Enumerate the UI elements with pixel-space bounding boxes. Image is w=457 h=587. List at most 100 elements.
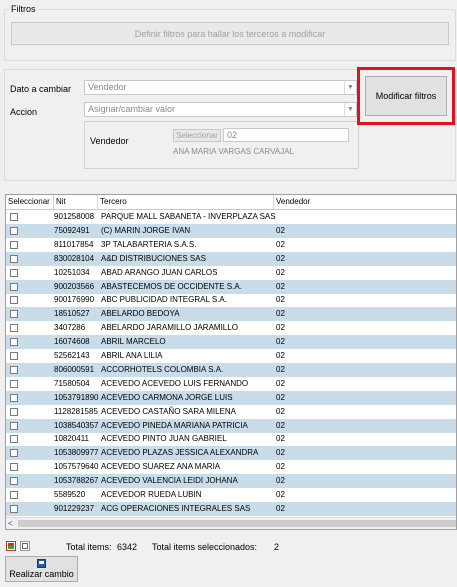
nit-cell: 1053788267 (54, 476, 99, 486)
excel-icon[interactable] (6, 541, 16, 551)
tercero-cell: ABAD ARANGO JUAN CARLOS (101, 267, 218, 277)
row-checkbox[interactable] (10, 240, 18, 249)
table-row[interactable]: 811017854 3P TALABARTERIA S.A.S. 02 (6, 238, 456, 252)
table-row[interactable]: 5589520 ACEVEDOR RUEDA LUBIN 02 (6, 488, 456, 502)
accion-value: Asignar/cambiar valor (88, 104, 176, 114)
nit-cell: 52562143 (54, 351, 90, 360)
save-icon (37, 559, 46, 568)
table-row[interactable]: 1057579640 ACEVEDO SUAREZ ANA MARIA 02 (6, 460, 456, 474)
dato-value: Vendedor (88, 82, 127, 92)
seleccionar-button[interactable]: Seleccionar (173, 129, 221, 142)
vendedor-cell: 02 (276, 503, 285, 513)
table-row[interactable]: 1053791890 ACEVEDO CARMONA JORGE LUIS 02 (6, 390, 456, 405)
accion-combo[interactable]: Asignar/cambiar valor ▼ (84, 102, 357, 117)
table-row[interactable]: 75092491 (C) MARIN JORGE IVAN 02 (6, 223, 456, 238)
grid-header: Seleccionar Nit Tercero Vendedor (6, 195, 456, 210)
define-filters-button[interactable]: Definir filtros para hallar los terceros… (11, 22, 449, 45)
tercero-cell: A&D DISTRIBUCIONES SAS (101, 253, 206, 263)
tercero-cell: 3P TALABARTERIA S.A.S. (101, 239, 197, 249)
tercero-cell: ABRIL ANA LILIA (101, 351, 163, 360)
row-checkbox[interactable] (10, 477, 18, 486)
vendedor-cell: 02 (276, 406, 285, 416)
row-checkbox[interactable] (10, 491, 18, 499)
total-items-value: 6342 (117, 542, 138, 552)
grid-icon[interactable] (20, 541, 30, 551)
row-checkbox[interactable] (10, 435, 18, 444)
row-checkbox[interactable] (10, 379, 18, 388)
row-checkbox[interactable] (10, 296, 18, 305)
table-row[interactable]: 1038540357 ACEVEDO PINEDA MARIANA PATRICI… (6, 418, 456, 433)
row-checkbox[interactable] (10, 310, 18, 319)
table-row[interactable]: 3407286 ABELARDO JARAMILLO JARAMILLO 02 (6, 321, 456, 335)
nit-cell: 71580504 (54, 378, 90, 388)
nit-cell: 1038540357 (54, 420, 99, 430)
table-row[interactable]: 830028104 A&D DISTRIBUCIONES SAS 02 (6, 251, 456, 266)
row-checkbox[interactable] (10, 421, 18, 430)
row-checkbox[interactable] (10, 324, 18, 333)
header-nit[interactable]: Nit (54, 195, 98, 209)
table-row[interactable]: 1128281585 ACEVEDO CASTAÑO SARA MILENA 02 (6, 405, 456, 419)
dato-combo[interactable]: Vendedor ▼ (84, 80, 357, 95)
table-row[interactable]: 10251034 ABAD ARANGO JUAN CARLOS 02 (6, 266, 456, 280)
combo-arrow-icon[interactable]: ▼ (344, 103, 356, 116)
total-selected-label: Total items seleccionados: (152, 542, 258, 552)
table-row[interactable]: 900203566 ABASTECEMOS DE OCCIDENTE S.A. 02 (6, 279, 456, 294)
tercero-cell: ACCORHOTELS COLOMBIA S.A. (101, 364, 224, 374)
total-items-label: Total items: (66, 542, 112, 552)
table-row[interactable]: 901258008 PARQUE MALL SABANETA - INVERPLA… (6, 210, 456, 224)
vendedor-code-field[interactable]: 02 (223, 128, 349, 142)
tercero-cell: (C) MARIN JORGE IVAN (101, 225, 191, 235)
nit-cell: 18510527 (54, 309, 90, 319)
table-row[interactable]: 16074608 ABRIL MARCELO 02 (6, 335, 456, 350)
vendedor-cell: 02 (276, 323, 285, 333)
row-checkbox[interactable] (10, 463, 18, 472)
tercero-cell: ACEVEDO PINTO JUAN GABRIEL (101, 434, 227, 444)
realizar-cambio-label: Realizar cambio (9, 569, 74, 579)
table-row[interactable]: 901229237 ACG OPERACIONES INTEGRALES SAS 0… (6, 501, 456, 516)
header-tercero[interactable]: Tercero (98, 195, 274, 209)
scrollbar-thumb[interactable] (18, 520, 456, 527)
table-row[interactable]: 18510527 ABELARDO BEDOYA 02 (6, 307, 456, 322)
vendedor-label: Vendedor (90, 136, 129, 146)
table-row[interactable]: 1053809977 ACEVEDO PLAZAS JESSICA ALEXAND… (6, 446, 456, 461)
vendedor-cell: 02 (276, 476, 285, 486)
nit-cell: 1053809977 (54, 448, 99, 458)
nit-cell: 16074608 (54, 337, 90, 347)
row-checkbox[interactable] (10, 393, 18, 402)
terceros-grid[interactable]: Seleccionar Nit Tercero Vendedor 9012580… (5, 194, 457, 530)
table-row[interactable]: 1053788267 ACEVEDO VALENCIA LEIDI JOHANA 0… (6, 474, 456, 489)
row-checkbox[interactable] (10, 213, 18, 221)
row-checkbox[interactable] (10, 268, 18, 277)
row-checkbox[interactable] (10, 254, 18, 263)
realizar-cambio-button[interactable]: Realizar cambio (5, 556, 78, 582)
highlight-frame (357, 67, 455, 125)
table-row[interactable]: 10820411 ACEVEDO PINTO JUAN GABRIEL 02 (6, 432, 456, 446)
header-vendedor[interactable]: Vendedor (274, 195, 456, 209)
tercero-cell: ACEVEDO PLAZAS JESSICA ALEXANDRA (101, 448, 259, 458)
table-row[interactable]: 806000591 ACCORHOTELS COLOMBIA S.A. 02 (6, 362, 456, 377)
vendedor-cell: 02 (276, 337, 285, 347)
nit-cell: 1053791890 (54, 392, 99, 402)
row-checkbox[interactable] (10, 282, 18, 291)
row-checkbox[interactable] (10, 226, 18, 235)
row-checkbox[interactable] (10, 407, 18, 416)
scroll-left-icon[interactable]: < (8, 518, 13, 529)
nit-cell: 830028104 (54, 253, 95, 263)
row-checkbox[interactable] (10, 365, 18, 374)
row-checkbox[interactable] (10, 338, 18, 347)
tercero-cell: ACEVEDO SUAREZ ANA MARIA (101, 462, 221, 472)
row-checkbox[interactable] (10, 449, 18, 458)
vendedor-cell: 02 (276, 225, 285, 235)
vendedor-cell: 02 (276, 295, 285, 305)
tercero-cell: ACEVEDO CASTAÑO SARA MILENA (101, 406, 236, 416)
nit-cell: 10251034 (54, 267, 90, 277)
horizontal-scrollbar[interactable]: < (6, 517, 456, 529)
header-seleccionar[interactable]: Seleccionar (6, 195, 54, 209)
table-row[interactable]: 71580504 ACEVEDO ACEVEDO LUIS FERNANDO 02 (6, 377, 456, 391)
table-row[interactable]: 52562143 ABRIL ANA LILIA 02 (6, 349, 456, 363)
combo-arrow-icon[interactable]: ▼ (344, 81, 356, 94)
row-checkbox[interactable] (10, 504, 18, 513)
vendedor-cell: 02 (276, 267, 285, 277)
table-row[interactable]: 900176990 ABC PUBLICIDAD INTEGRAL S.A. 02 (6, 293, 456, 307)
row-checkbox[interactable] (10, 352, 18, 360)
